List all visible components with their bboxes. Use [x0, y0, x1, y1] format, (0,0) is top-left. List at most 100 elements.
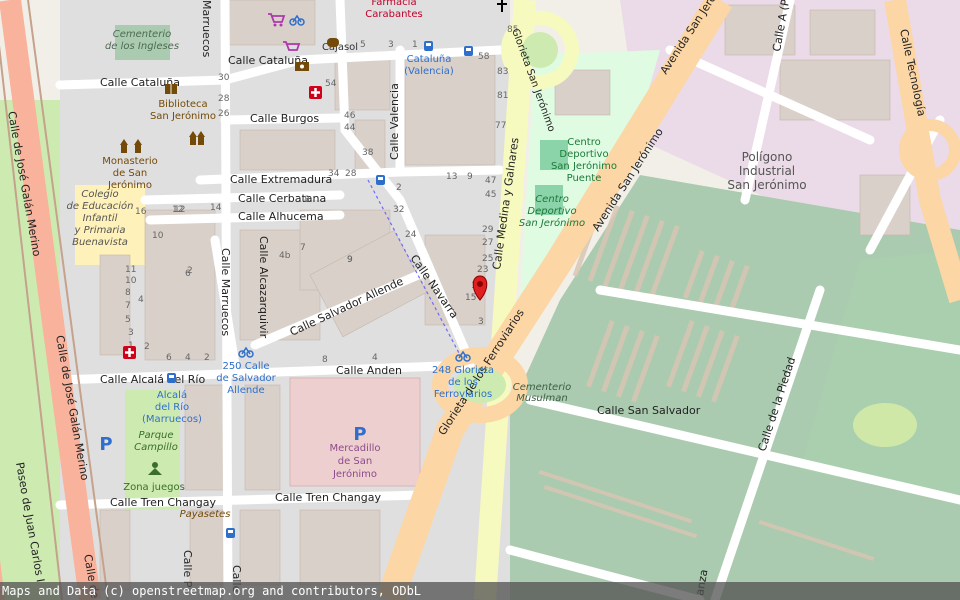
- label-bus-cataluna-2: (Valencia): [404, 66, 454, 77]
- bus-stop-icon[interactable]: [424, 41, 433, 51]
- house-number: 2: [187, 266, 193, 276]
- label-monasterio-2: de San: [113, 168, 148, 179]
- label-bus-glorieta-3: Ferroviarios: [434, 389, 492, 400]
- house-number: 14: [210, 203, 222, 213]
- bank-icon-2[interactable]: [327, 38, 339, 47]
- map-canvas[interactable]: Calle Cataluña Calle Cataluña Calle Burg…: [0, 0, 960, 600]
- label-centro-deportivo-puente-2: Deportivo: [559, 149, 608, 160]
- label-cementerio-musulman-1: Cementerio: [513, 382, 571, 393]
- house-number: 16: [135, 207, 147, 217]
- label-mercadillo-2: de San: [338, 456, 373, 467]
- label-centro-deportivo-puente-1: Centro: [567, 137, 600, 148]
- bus-stop-icon-3[interactable]: [376, 175, 385, 185]
- house-number: 83: [497, 67, 508, 77]
- label-colegio-2: de Educación: [66, 200, 133, 212]
- label-biblioteca-2: San Jerónimo: [150, 110, 216, 122]
- house-number: 9: [347, 255, 353, 265]
- house-number: 23: [477, 265, 488, 275]
- label-cementerio-ingleses-2: de los Ingleses: [105, 41, 179, 52]
- label-bus-salvador-allende-2: de Salvador: [216, 373, 276, 384]
- label-bus-cataluna-1: Cataluña: [407, 54, 452, 65]
- label-calle-burgos: Calle Burgos: [250, 112, 319, 125]
- label-biblioteca-1: Biblioteca: [158, 99, 207, 110]
- house-number: 38: [362, 148, 374, 158]
- house-number: 3: [388, 40, 394, 50]
- label-zona-juegos: Zona juegos: [123, 482, 185, 493]
- house-number: 1: [412, 40, 418, 50]
- house-number: 24: [405, 230, 417, 240]
- label-colegio-1: Colegio: [81, 189, 118, 200]
- map-attribution: Maps and Data (c) openstreetmap.org and …: [0, 582, 960, 600]
- label-calle-alhucema: Calle Alhucema: [238, 210, 324, 223]
- house-number: 13: [446, 172, 457, 182]
- house-number: 5: [125, 315, 131, 325]
- bus-stop-icon-4[interactable]: [167, 373, 176, 383]
- house-number: 7: [125, 301, 131, 311]
- label-bus-glorieta-1: 248 Glorieta: [432, 365, 494, 376]
- label-monasterio-1: Monasterio: [102, 156, 158, 167]
- house-number: 28: [345, 169, 357, 179]
- label-mercadillo-3: Jerónimo: [332, 468, 377, 480]
- label-calle-extremadura: Calle Extremadura: [230, 173, 332, 186]
- house-number: 34: [328, 169, 340, 179]
- house-number: 11: [125, 265, 136, 275]
- label-parque-campillo-2: Campillo: [134, 442, 178, 453]
- library-icon[interactable]: [165, 84, 177, 94]
- house-number: 25: [482, 254, 493, 264]
- house-number: 9: [467, 172, 473, 182]
- label-calle-valencia: Calle Valencia: [388, 83, 401, 160]
- house-number: 10: [125, 276, 137, 286]
- house-number: 32: [393, 205, 404, 215]
- house-number: 10: [152, 231, 164, 241]
- house-number: 44: [344, 123, 356, 133]
- house-number: 3: [478, 317, 484, 327]
- house-number: 77: [495, 121, 506, 131]
- bank-icon[interactable]: [295, 62, 309, 71]
- label-calle-cerbatana: Calle Cerbatana: [238, 192, 326, 205]
- house-number: 7: [300, 243, 306, 253]
- label-colegio-3: Infantil: [83, 213, 118, 224]
- label-calle-anden: Calle Anden: [336, 364, 402, 377]
- house-number: 3: [128, 328, 134, 338]
- cemetery-grass: [853, 403, 917, 447]
- house-number: 58: [478, 52, 490, 62]
- bus-stop-icon-5[interactable]: [226, 528, 235, 538]
- label-bus-alcala-1: Alcalá: [157, 389, 187, 401]
- house-number: 8: [125, 288, 131, 298]
- house-number: 2: [204, 353, 210, 363]
- house-number: 54: [325, 79, 337, 89]
- house-number: 15: [465, 293, 476, 303]
- bus-stop-icon-2[interactable]: [464, 46, 473, 56]
- house-number: 46: [344, 111, 356, 121]
- house-number: 29: [482, 225, 494, 235]
- label-bus-alcala-2: del Río: [155, 401, 189, 413]
- label-cementerio-ingleses-1: Cementerio: [113, 29, 171, 40]
- pharmacy-icon[interactable]: [309, 86, 322, 99]
- house-number: 81: [497, 91, 508, 101]
- label-centro-deportivo-1: Centro: [535, 194, 569, 205]
- house-number: 30: [218, 73, 230, 83]
- house-number: 47: [485, 176, 496, 186]
- house-number: 4: [138, 295, 144, 305]
- label-payasetes: Payasetes: [180, 509, 231, 520]
- label-centro-deportivo-3: San Jerónimo: [519, 217, 585, 229]
- parking-icon-2[interactable]: P: [99, 434, 112, 455]
- label-calle-marruecos: Calle Marruecos: [219, 248, 232, 336]
- label-poligono-3: San Jerónimo: [727, 178, 806, 192]
- label-colegio-5: Buenavista: [72, 237, 128, 248]
- house-number: 2: [396, 183, 402, 193]
- house-number: 28: [218, 94, 230, 104]
- house-number: 4: [372, 353, 378, 363]
- label-bus-salvador-allende-3: Allende: [227, 385, 264, 396]
- label-calle-marruecos-top: Marruecos: [200, 0, 213, 58]
- pharmacy-icon-2[interactable]: [123, 346, 136, 359]
- label-colegio-4: y Primaria: [74, 225, 126, 236]
- parking-icon[interactable]: P: [353, 424, 366, 445]
- house-number: 45: [485, 190, 496, 200]
- house-number: 12: [174, 205, 185, 215]
- label-cementerio-musulman-2: Musulman: [516, 393, 568, 404]
- house-number: 85: [507, 25, 518, 35]
- house-number: 4b: [279, 251, 291, 261]
- label-parque-campillo-1: Parque: [138, 430, 173, 441]
- label-calle-alcala-del-rio: Calle Alcalá del Río: [100, 373, 205, 386]
